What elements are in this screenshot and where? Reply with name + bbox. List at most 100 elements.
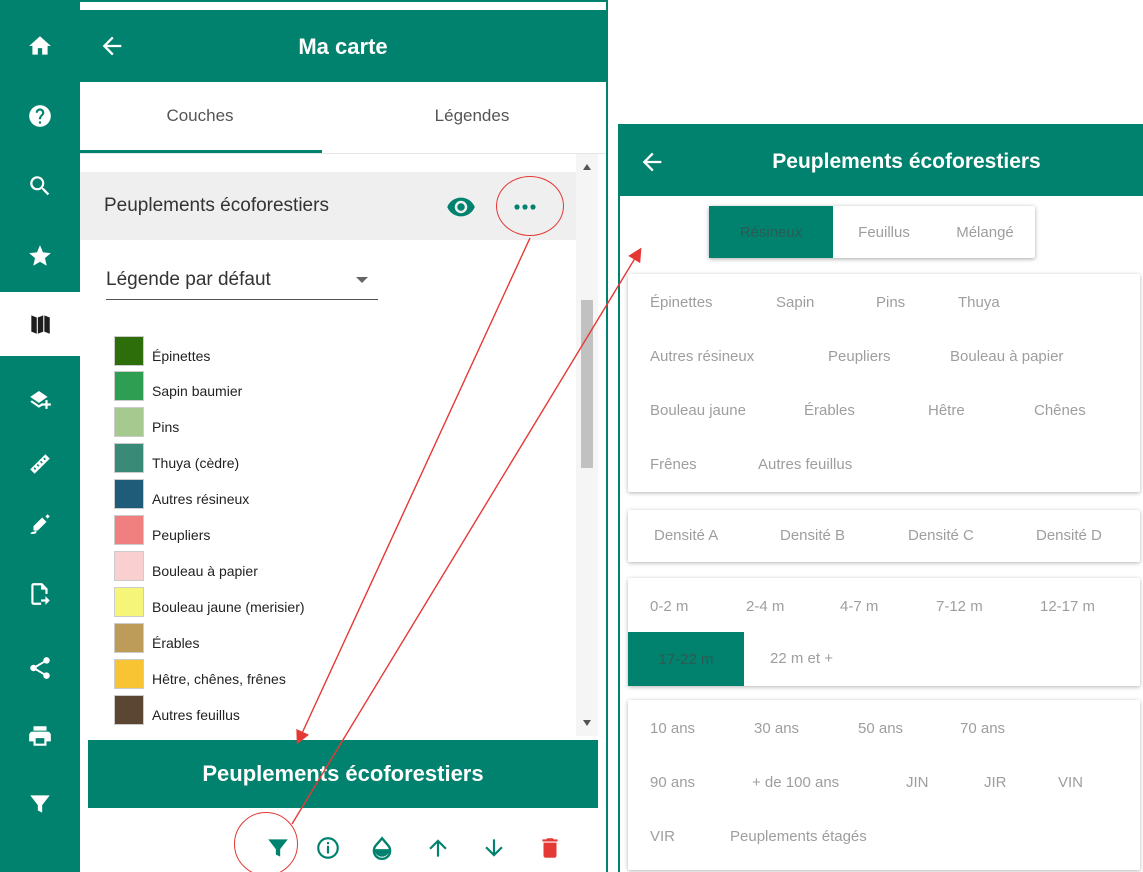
legend-swatch: [114, 479, 144, 509]
chip-species[interactable]: Épinettes: [650, 294, 713, 311]
help-icon: [29, 105, 51, 127]
back-arrow-icon[interactable]: [638, 148, 666, 176]
legend-label: Pins: [152, 419, 180, 435]
chip-height[interactable]: 4-7 m: [840, 598, 878, 615]
tab-legendes[interactable]: Légendes: [352, 106, 592, 126]
legend-label: Autres résineux: [152, 491, 250, 507]
filter-panel: Peuplements écoforestiers Résineux Feuil…: [618, 124, 1143, 872]
chip-age[interactable]: JIR: [984, 774, 1007, 791]
map-icon: [31, 315, 50, 334]
chip-age[interactable]: VIN: [1058, 774, 1083, 791]
chip-age[interactable]: 90 ans: [650, 774, 695, 791]
chip-height[interactable]: 12-17 m: [1040, 598, 1095, 615]
height-filter-card: 0-2 m 2-4 m 4-7 m 7-12 m 12-17 m 17-22 m…: [628, 578, 1140, 686]
delete-icon: [542, 838, 558, 858]
rail-help-button[interactable]: [0, 88, 80, 144]
legend-item: Sapin baumier: [114, 371, 554, 401]
chip-species[interactable]: Hêtre: [928, 402, 965, 419]
legend-swatch: [114, 515, 144, 545]
chip-height-selected[interactable]: 17-22 m: [628, 632, 744, 686]
rail-home-button[interactable]: [0, 18, 80, 74]
search-icon: [30, 176, 50, 196]
chip-species[interactable]: Bouleau à papier: [950, 348, 1063, 365]
layer-name: Peuplements écoforestiers: [104, 195, 329, 216]
legend-label: Bouleau à papier: [152, 563, 258, 579]
chip-height[interactable]: 7-12 m: [936, 598, 983, 615]
chip-species[interactable]: Érables: [804, 402, 855, 419]
rail-print-button[interactable]: [0, 708, 80, 764]
opacity-button[interactable]: [364, 830, 400, 866]
chip-species[interactable]: Pins: [876, 294, 905, 311]
active-tab-indicator: [80, 150, 322, 153]
rail-map-button[interactable]: [0, 292, 80, 356]
filter-panel-title: Peuplements écoforestiers: [772, 150, 1041, 173]
chip-species[interactable]: Bouleau jaune: [650, 402, 746, 419]
rail-draw-button[interactable]: [0, 496, 80, 552]
move-up-button[interactable]: [420, 830, 456, 866]
share-icon: [30, 657, 50, 679]
chip-species[interactable]: Autres feuillus: [758, 456, 852, 473]
rail-favorites-button[interactable]: [0, 228, 80, 284]
arrow-up-icon: [429, 839, 447, 857]
chip-density[interactable]: Densité D: [1036, 527, 1102, 544]
tab-couches[interactable]: Couches: [80, 106, 320, 126]
info-button[interactable]: [310, 830, 346, 866]
info-icon: [317, 837, 339, 859]
chip-species[interactable]: Autres résineux: [650, 348, 754, 365]
chip-age[interactable]: Peuplements étagés: [730, 828, 867, 845]
selected-layer-banner: Peuplements écoforestiers: [88, 740, 598, 808]
scroll-up-arrow-icon[interactable]: [583, 164, 591, 170]
legend-select[interactable]: Légende par défaut: [106, 264, 378, 300]
chip-density[interactable]: Densité C: [908, 527, 974, 544]
toggle-feuillus[interactable]: Feuillus: [833, 206, 935, 258]
chip-species[interactable]: Frênes: [650, 456, 697, 473]
legend-item: Peupliers: [114, 515, 554, 545]
eye-icon[interactable]: [446, 192, 476, 222]
legend-label: Épinettes: [152, 348, 211, 364]
rail-add-layer-button[interactable]: [0, 370, 80, 426]
print-icon: [29, 726, 51, 746]
annotation-circle-more: [496, 176, 564, 236]
chip-density[interactable]: Densité A: [654, 527, 718, 544]
chip-age[interactable]: 10 ans: [650, 720, 695, 737]
delete-button[interactable]: [532, 830, 568, 866]
legend-label: Hêtre, chênes, frênes: [152, 671, 286, 687]
rail-share-button[interactable]: [0, 640, 80, 696]
chip-age[interactable]: 70 ans: [960, 720, 1005, 737]
chip-density[interactable]: Densité B: [780, 527, 845, 544]
filter-icon: [30, 795, 50, 813]
move-down-button[interactable]: [476, 830, 512, 866]
chip-species[interactable]: Chênes: [1034, 402, 1086, 419]
my-map-panel: Ma carte Couches Légendes Peuplements éc…: [80, 0, 608, 872]
legend-swatch: [114, 695, 144, 725]
panel-header: Ma carte: [80, 10, 606, 82]
legend-swatch: [114, 659, 144, 689]
toggle-resineux[interactable]: Résineux: [709, 206, 833, 258]
scroll-down-arrow-icon[interactable]: [583, 720, 591, 726]
rail-measure-button[interactable]: [0, 436, 80, 492]
legend-label: Thuya (cèdre): [152, 455, 240, 471]
chip-height[interactable]: 2-4 m: [746, 598, 784, 615]
chip-height[interactable]: 0-2 m: [650, 598, 688, 615]
chip-age[interactable]: VIR: [650, 828, 675, 845]
rail-import-button[interactable]: [0, 566, 80, 622]
density-filter-card: Densité A Densité B Densité C Densité D: [628, 510, 1140, 562]
chip-species[interactable]: Sapin: [776, 294, 814, 311]
rail-filter-button[interactable]: [0, 776, 80, 832]
legend-scrollbar[interactable]: [576, 154, 598, 736]
chip-species[interactable]: Thuya: [958, 294, 1000, 311]
chip-species[interactable]: Peupliers: [828, 348, 891, 365]
chip-age[interactable]: JIN: [906, 774, 929, 791]
chip-age[interactable]: 30 ans: [754, 720, 799, 737]
legend-item: Épinettes: [114, 336, 554, 366]
legend-swatch: [114, 371, 144, 401]
chip-height[interactable]: 22 m et +: [770, 650, 833, 667]
toggle-melange[interactable]: Mélangé: [935, 206, 1035, 258]
scrollbar-thumb[interactable]: [581, 300, 593, 468]
rail-search-button[interactable]: [0, 158, 80, 214]
legend-item: Érables: [114, 623, 554, 653]
chip-age[interactable]: 50 ans: [858, 720, 903, 737]
species-filter-card: Épinettes Sapin Pins Thuya Autres résine…: [628, 274, 1140, 492]
panel-title: Ma carte: [298, 34, 388, 59]
chip-age[interactable]: + de 100 ans: [752, 774, 839, 791]
